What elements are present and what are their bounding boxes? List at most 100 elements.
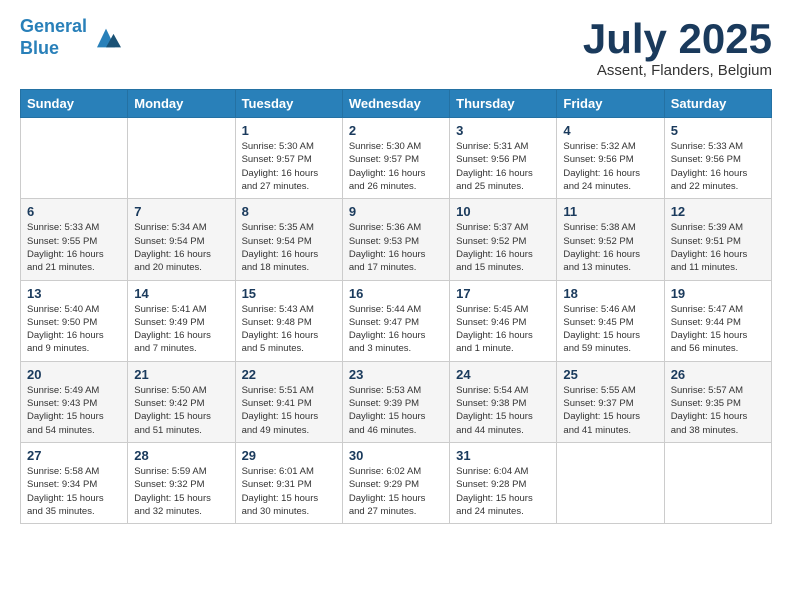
calendar-cell-w2-d3: 9 Sunrise: 5:36 AM Sunset: 9:53 PM Daylig… [342,199,449,280]
day-number: 28 [134,448,228,463]
day-number: 3 [456,123,550,138]
calendar-cell-w4-d1: 21Sunrise: 5:50 AM Sunset: 9:42 PM Dayli… [128,361,235,442]
day-number: 12 [671,204,765,219]
day-number: 19 [671,286,765,301]
calendar-cell-w5-d4: 31Sunrise: 6:04 AM Sunset: 9:28 PM Dayli… [450,442,557,523]
calendar-cell-w1-d2: 1 Sunrise: 5:30 AM Sunset: 9:57 PM Daylig… [235,118,342,199]
day-info: Sunrise: 5:30 AM Sunset: 9:57 PM Dayligh… [349,140,443,193]
logo: General Blue [20,16,121,59]
calendar-cell-w3-d5: 18Sunrise: 5:46 AM Sunset: 9:45 PM Dayli… [557,280,664,361]
calendar-cell-w4-d6: 26 Sunrise: 5:57 AM Sunset: 9:35 PM Dayli… [664,361,771,442]
logo-icon [91,23,121,53]
day-number: 10 [456,204,550,219]
day-info: Sunrise: 5:59 AM Sunset: 9:32 PM Dayligh… [134,465,228,518]
calendar-cell-w3-d0: 13 Sunrise: 5:40 AM Sunset: 9:50 PM Dayli… [21,280,128,361]
logo-line2: Blue [20,38,59,58]
col-wednesday: Wednesday [342,90,449,118]
logo-line1: General [20,16,87,36]
day-info: Sunrise: 5:41 AM Sunset: 9:49 PM Dayligh… [134,303,228,356]
day-info: Sunrise: 5:46 AM Sunset: 9:45 PM Dayligh… [563,303,657,356]
col-saturday: Saturday [664,90,771,118]
day-info: Sunrise: 5:35 AM Sunset: 9:54 PM Dayligh… [242,221,336,274]
day-info: Sunrise: 5:45 AM Sunset: 9:46 PM Dayligh… [456,303,550,356]
day-number: 30 [349,448,443,463]
calendar-cell-w1-d4: 3 Sunrise: 5:31 AM Sunset: 9:56 PM Daylig… [450,118,557,199]
logo-text: General Blue [20,16,87,59]
calendar-cell-w4-d5: 25 Sunrise: 5:55 AM Sunset: 9:37 PM Dayli… [557,361,664,442]
subtitle: Assent, Flanders, Belgium [583,62,772,79]
calendar-cell-w3-d4: 17 Sunrise: 5:45 AM Sunset: 9:46 PM Dayli… [450,280,557,361]
day-info: Sunrise: 5:34 AM Sunset: 9:54 PM Dayligh… [134,221,228,274]
page: General Blue July 2025 Assent, Flanders,… [0,0,792,540]
col-friday: Friday [557,90,664,118]
calendar-week-1: 1 Sunrise: 5:30 AM Sunset: 9:57 PM Daylig… [21,118,772,199]
day-number: 11 [563,204,657,219]
day-info: Sunrise: 5:38 AM Sunset: 9:52 PM Dayligh… [563,221,657,274]
day-number: 22 [242,367,336,382]
day-info: Sunrise: 5:55 AM Sunset: 9:37 PM Dayligh… [563,384,657,437]
calendar-cell-w5-d2: 29 Sunrise: 6:01 AM Sunset: 9:31 PM Dayli… [235,442,342,523]
calendar-cell-w1-d6: 5 Sunrise: 5:33 AM Sunset: 9:56 PM Daylig… [664,118,771,199]
day-number: 25 [563,367,657,382]
calendar-cell-w2-d0: 6 Sunrise: 5:33 AM Sunset: 9:55 PM Daylig… [21,199,128,280]
day-number: 8 [242,204,336,219]
day-number: 24 [456,367,550,382]
calendar-week-2: 6 Sunrise: 5:33 AM Sunset: 9:55 PM Daylig… [21,199,772,280]
calendar-cell-w5-d3: 30 Sunrise: 6:02 AM Sunset: 9:29 PM Dayli… [342,442,449,523]
calendar-cell-w4-d0: 20 Sunrise: 5:49 AM Sunset: 9:43 PM Dayli… [21,361,128,442]
day-info: Sunrise: 5:31 AM Sunset: 9:56 PM Dayligh… [456,140,550,193]
calendar-cell-w5-d6 [664,442,771,523]
col-monday: Monday [128,90,235,118]
day-info: Sunrise: 5:37 AM Sunset: 9:52 PM Dayligh… [456,221,550,274]
calendar-week-4: 20 Sunrise: 5:49 AM Sunset: 9:43 PM Dayli… [21,361,772,442]
day-number: 26 [671,367,765,382]
day-number: 20 [27,367,121,382]
month-title: July 2025 [583,16,772,62]
calendar-cell-w5-d5 [557,442,664,523]
day-info: Sunrise: 5:32 AM Sunset: 9:56 PM Dayligh… [563,140,657,193]
day-number: 31 [456,448,550,463]
day-number: 5 [671,123,765,138]
calendar-table: Sunday Monday Tuesday Wednesday Thursday… [20,89,772,524]
day-info: Sunrise: 5:47 AM Sunset: 9:44 PM Dayligh… [671,303,765,356]
calendar-cell-w1-d0 [21,118,128,199]
day-info: Sunrise: 6:02 AM Sunset: 9:29 PM Dayligh… [349,465,443,518]
day-info: Sunrise: 5:58 AM Sunset: 9:34 PM Dayligh… [27,465,121,518]
day-info: Sunrise: 5:30 AM Sunset: 9:57 PM Dayligh… [242,140,336,193]
day-info: Sunrise: 5:57 AM Sunset: 9:35 PM Dayligh… [671,384,765,437]
day-info: Sunrise: 5:39 AM Sunset: 9:51 PM Dayligh… [671,221,765,274]
day-info: Sunrise: 5:49 AM Sunset: 9:43 PM Dayligh… [27,384,121,437]
day-info: Sunrise: 5:40 AM Sunset: 9:50 PM Dayligh… [27,303,121,356]
day-number: 23 [349,367,443,382]
calendar-cell-w4-d2: 22 Sunrise: 5:51 AM Sunset: 9:41 PM Dayli… [235,361,342,442]
day-number: 15 [242,286,336,301]
calendar-cell-w3-d1: 14Sunrise: 5:41 AM Sunset: 9:49 PM Dayli… [128,280,235,361]
day-info: Sunrise: 6:01 AM Sunset: 9:31 PM Dayligh… [242,465,336,518]
calendar-cell-w2-d4: 10 Sunrise: 5:37 AM Sunset: 9:52 PM Dayli… [450,199,557,280]
calendar-header-row: Sunday Monday Tuesday Wednesday Thursday… [21,90,772,118]
day-number: 21 [134,367,228,382]
calendar-cell-w5-d1: 28 Sunrise: 5:59 AM Sunset: 9:32 PM Dayli… [128,442,235,523]
day-info: Sunrise: 5:36 AM Sunset: 9:53 PM Dayligh… [349,221,443,274]
day-number: 1 [242,123,336,138]
day-number: 13 [27,286,121,301]
col-tuesday: Tuesday [235,90,342,118]
day-info: Sunrise: 5:33 AM Sunset: 9:56 PM Dayligh… [671,140,765,193]
calendar-cell-w1-d1 [128,118,235,199]
calendar-cell-w5-d0: 27Sunrise: 5:58 AM Sunset: 9:34 PM Dayli… [21,442,128,523]
day-number: 4 [563,123,657,138]
day-number: 7 [134,204,228,219]
day-info: Sunrise: 5:33 AM Sunset: 9:55 PM Dayligh… [27,221,121,274]
calendar-cell-w3-d6: 19 Sunrise: 5:47 AM Sunset: 9:44 PM Dayli… [664,280,771,361]
day-number: 29 [242,448,336,463]
calendar-cell-w3-d3: 16Sunrise: 5:44 AM Sunset: 9:47 PM Dayli… [342,280,449,361]
col-thursday: Thursday [450,90,557,118]
day-number: 6 [27,204,121,219]
calendar-cell-w1-d3: 2Sunrise: 5:30 AM Sunset: 9:57 PM Daylig… [342,118,449,199]
day-number: 9 [349,204,443,219]
calendar-week-5: 27Sunrise: 5:58 AM Sunset: 9:34 PM Dayli… [21,442,772,523]
day-number: 17 [456,286,550,301]
day-info: Sunrise: 5:51 AM Sunset: 9:41 PM Dayligh… [242,384,336,437]
calendar-cell-w3-d2: 15Sunrise: 5:43 AM Sunset: 9:48 PM Dayli… [235,280,342,361]
calendar-cell-w4-d3: 23Sunrise: 5:53 AM Sunset: 9:39 PM Dayli… [342,361,449,442]
